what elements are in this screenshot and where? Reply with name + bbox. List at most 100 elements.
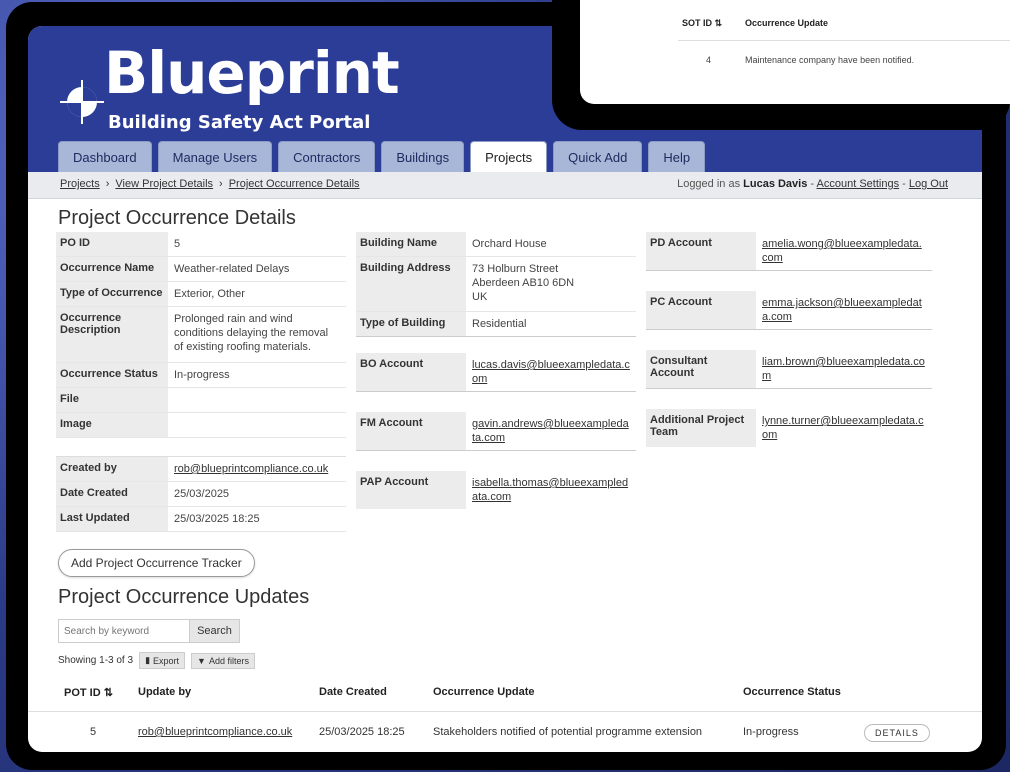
row-occurrence-status: In-progress [743, 726, 799, 738]
detail-key: Type of Building [356, 312, 466, 336]
tab-quick-add[interactable]: Quick Add [553, 141, 643, 172]
detail-value: lynne.turner@blueexampledata.com [756, 409, 932, 447]
add-occurrence-tracker-button[interactable]: Add Project Occurrence Tracker [58, 549, 255, 577]
detail-key: Last Updated [56, 507, 168, 531]
search-bar: Search [58, 619, 240, 643]
popup-row-update: Maintenance company have been notified. [745, 55, 915, 65]
detail-value: In-progress [174, 369, 230, 381]
updates-title: Project Occurrence Updates [58, 586, 310, 608]
detail-value: lucas.davis@blueexampledata.com [466, 353, 636, 391]
detail-row: Date Created 25/03/2025 [56, 482, 346, 507]
logo[interactable]: Blueprint Building Safety Act Portal [58, 36, 418, 146]
tab-dashboard[interactable]: Dashboard [58, 141, 152, 172]
detail-row: Occurrence Description Prolonged rain and… [56, 307, 346, 363]
pd-account-link[interactable]: amelia.wong@blueexampledata.com [762, 238, 922, 264]
detail-value: 25/03/2025 [174, 488, 230, 500]
popup-header-occurrence-update[interactable]: Occurrence Update [745, 18, 828, 28]
details-button[interactable]: DETAILS [864, 724, 930, 742]
detail-value: Orchard House [472, 238, 547, 250]
results-toolbar: Showing 1-3 of 3 ▮ Export ▼ Add filters [58, 652, 255, 669]
occurrence-details-table: PO ID 5 Occurrence Name Weather-related De… [56, 232, 346, 438]
column-header-date-created[interactable]: Date Created [319, 686, 387, 698]
fm-account-link[interactable]: gavin.andrews@blueexampledata.com [472, 418, 629, 444]
account-settings-link[interactable]: Account Settings [817, 178, 900, 190]
detail-row: Additional Project Team lynne.turner@blue… [646, 409, 932, 447]
detail-row: PO ID 5 [56, 232, 346, 257]
detail-value [168, 388, 346, 412]
breadcrumb-separator: › [105, 178, 110, 190]
user-name: Lucas Davis [743, 178, 808, 190]
detail-row: BO Account lucas.davis@blueexampledata.co… [356, 353, 636, 392]
detail-key: PC Account [646, 291, 756, 329]
detail-key: Consultant Account [646, 350, 756, 388]
detail-row: Last Updated 25/03/2025 18:25 [56, 507, 346, 532]
tab-buildings[interactable]: Buildings [381, 141, 465, 172]
logout-link[interactable]: Log Out [909, 178, 948, 190]
column-header-pot-id[interactable]: POT ID ⇅ [64, 686, 113, 699]
tab-manage-users[interactable]: Manage Users [157, 141, 273, 172]
logo-subtitle: Building Safety Act Portal [108, 112, 371, 133]
popup-divider [678, 40, 1010, 41]
detail-value: gavin.andrews@blueexampledata.com [466, 412, 636, 450]
sort-icon: ⇅ [103, 687, 113, 699]
breadcrumb-current[interactable]: Project Occurrence Details [229, 178, 360, 190]
additional-team-link[interactable]: lynne.turner@blueexampledata.com [762, 415, 924, 441]
creator-email-link[interactable]: rob@blueprintcompliance.co.uk [174, 463, 328, 475]
detail-row: FM Account gavin.andrews@blueexampledata.… [356, 412, 636, 451]
page-title: Project Occurrence Details [58, 207, 296, 229]
pc-account-link[interactable]: emma.jackson@blueexampledata.com [762, 297, 922, 323]
add-filters-button[interactable]: ▼ Add filters [191, 652, 255, 669]
search-input[interactable] [58, 619, 190, 643]
detail-row: Consultant Account liam.brown@blueexample… [646, 350, 932, 389]
add-filters-label: Add filters [208, 655, 249, 666]
detail-row: Created by rob@blueprintcompliance.co.uk [56, 457, 346, 482]
detail-key: File [56, 388, 168, 412]
detail-key: Building Address [356, 257, 466, 311]
breadcrumb: Projects › View Project Details › Project Oc… [60, 178, 360, 190]
detail-key: PAP Account [356, 471, 466, 509]
popup-header-sot-id[interactable]: SOT ID ⇅ [682, 18, 722, 29]
row-update-by: rob@blueprintcompliance.co.uk [138, 726, 292, 738]
breadcrumb-view-project[interactable]: View Project Details [115, 178, 213, 190]
detail-key: Image [56, 413, 168, 437]
detail-row: Occurrence Name Weather-related Delays [56, 257, 346, 282]
tab-help[interactable]: Help [648, 141, 706, 172]
detail-row: PC Account emma.jackson@blueexampledata.c… [646, 291, 932, 330]
results-count: Showing 1-3 of 3 [58, 655, 134, 666]
detail-value: amelia.wong@blueexampledata.com [756, 232, 932, 270]
detail-key: FM Account [356, 412, 466, 450]
detail-key: Type of Occurrence [56, 282, 168, 306]
detail-value: 5 [174, 238, 181, 250]
file-icon: ▮ [145, 655, 151, 665]
detail-row: Type of Occurrence Exterior, Other [56, 282, 346, 307]
detail-row: Occurrence Status In-progress [56, 363, 346, 388]
sort-icon: ⇅ [714, 18, 723, 28]
export-button[interactable]: ▮ Export [139, 652, 186, 669]
popup-card: SOT ID ⇅ Occurrence Update 4 Maintenance… [580, 0, 1010, 104]
pap-account-link[interactable]: isabella.thomas@blueexampledata.com [472, 477, 628, 503]
filter-icon: ▼ [197, 655, 206, 666]
bo-account-link[interactable]: lucas.davis@blueexampledata.com [472, 359, 630, 385]
consultant-account-link[interactable]: liam.brown@blueexampledata.com [762, 356, 925, 382]
detail-row: Type of Building Residential [356, 312, 636, 337]
detail-row: Building Address 73 Holburn Street Aberde… [356, 257, 636, 312]
detail-value: rob@blueprintcompliance.co.uk [168, 457, 346, 481]
detail-row: Building Name Orchard House [356, 232, 636, 257]
row-update-by-link[interactable]: rob@blueprintcompliance.co.uk [138, 726, 292, 738]
search-button[interactable]: Search [190, 619, 240, 643]
detail-key: Date Created [56, 482, 168, 506]
breadcrumb-projects[interactable]: Projects [60, 178, 100, 190]
detail-value: Residential [472, 318, 527, 330]
row-pot-id: 5 [90, 726, 97, 738]
building-details-table: Building Name Orchard House Building Addr… [356, 232, 636, 509]
row-occurrence-update: Stakeholders notified of potential progr… [433, 726, 703, 738]
column-header-occurrence-update[interactable]: Occurrence Update [433, 686, 534, 698]
tab-contractors[interactable]: Contractors [278, 141, 376, 172]
detail-key: Occurrence Name [56, 257, 168, 281]
column-header-occurrence-status[interactable]: Occurrence Status [743, 686, 841, 698]
column-header-update-by[interactable]: Update by [138, 686, 191, 698]
app-screen: Blueprint Building Safety Act Portal Das… [28, 26, 982, 752]
tab-projects[interactable]: Projects [470, 141, 548, 172]
detail-row: PAP Account isabella.thomas@blueexampleda… [356, 471, 636, 509]
detail-value: liam.brown@blueexampledata.com [756, 350, 932, 388]
